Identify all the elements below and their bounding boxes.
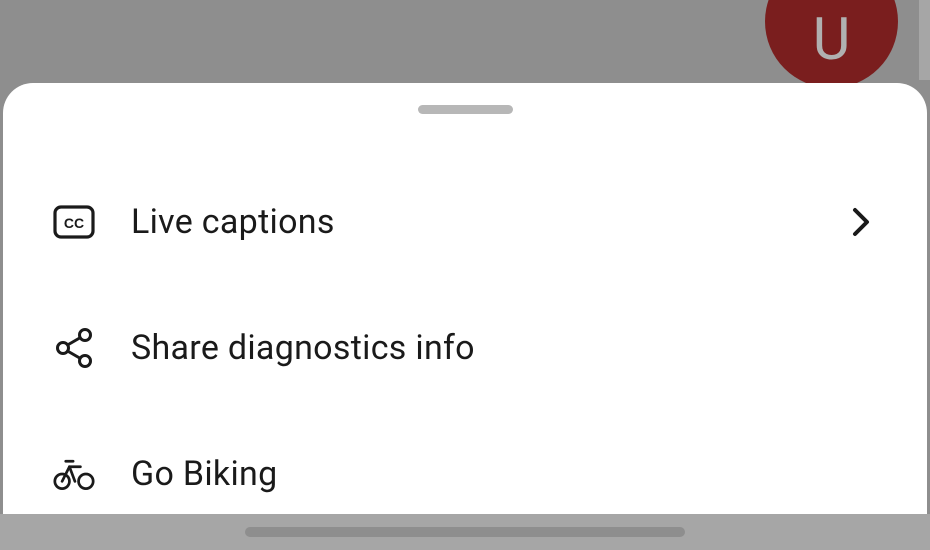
menu-item-label: Live captions xyxy=(131,202,845,242)
backdrop-edge xyxy=(919,0,930,80)
share-icon xyxy=(53,327,95,369)
menu-item-share-diagnostics[interactable]: Share diagnostics info xyxy=(53,285,877,411)
chevron-right-icon xyxy=(845,206,877,238)
system-nav-bar xyxy=(0,514,930,550)
menu-item-live-captions[interactable]: CC Live captions xyxy=(53,159,877,285)
closed-captions-icon: CC xyxy=(53,201,95,243)
menu-item-label: Share diagnostics info xyxy=(131,328,877,368)
menu-list: CC Live captions Share diagnost xyxy=(3,159,927,537)
menu-item-label: Go Biking xyxy=(131,454,877,494)
avatar-letter: U xyxy=(813,6,851,74)
bottom-sheet: CC Live captions Share diagnost xyxy=(3,83,927,515)
nav-pill[interactable] xyxy=(245,527,685,537)
svg-text:CC: CC xyxy=(64,215,84,231)
drag-handle[interactable] xyxy=(418,105,513,114)
bike-icon xyxy=(53,453,95,495)
